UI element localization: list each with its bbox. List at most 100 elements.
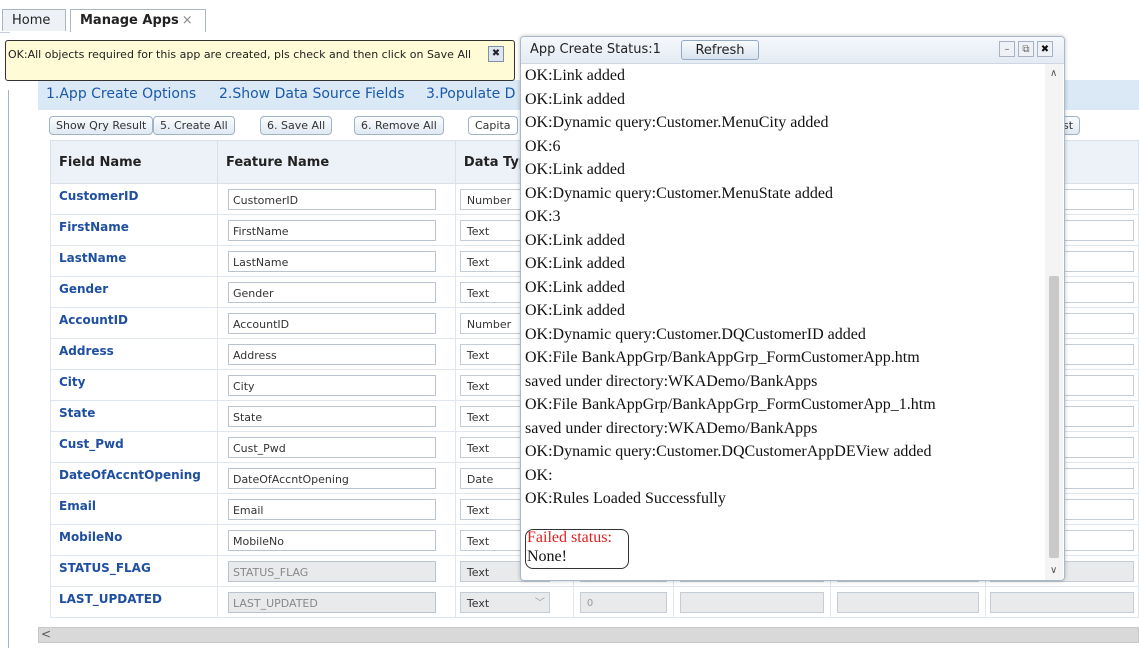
- option-field-2[interactable]: [837, 591, 980, 613]
- data-type-value: Text: [466, 410, 490, 424]
- tab-bar: Home Manage Apps ×: [0, 0, 1139, 33]
- data-type-value: Text: [466, 348, 490, 362]
- log-line: OK:Dynamic query:Customer.MenuState adde…: [525, 184, 833, 202]
- log-line: OK:Dynamic query:Customer.MenuCity added: [525, 114, 829, 131]
- tab-manage-apps-label: Manage Apps: [80, 13, 179, 28]
- data-type-value: Text: [466, 596, 490, 610]
- tab-home[interactable]: Home: [2, 9, 66, 31]
- step-show-data-source-fields[interactable]: 2.Show Data Source Fields: [219, 86, 405, 102]
- feature-name-input[interactable]: LAST_UPDATED: [227, 591, 436, 613]
- log-line: OK:Dynamic query:Customer.DQCustomerAppD…: [525, 443, 932, 460]
- header-feature-name[interactable]: Feature Name: [216, 140, 456, 184]
- tab-close-icon[interactable]: ×: [182, 13, 193, 28]
- log-line: OK:Link added: [525, 278, 625, 296]
- field-name-cell: Email: [50, 493, 218, 525]
- log-line: OK:: [525, 466, 553, 484]
- feature-name-input[interactable]: State: [227, 405, 436, 427]
- log-line: OK:Dynamic query:Customer.DQCustomerID a…: [525, 325, 866, 343]
- feature-name-input[interactable]: AccountID: [227, 312, 436, 334]
- log-line: OK:Link added: [525, 67, 625, 84]
- horizontal-scrollbar[interactable]: <: [38, 627, 1139, 643]
- data-type-value: Number: [466, 317, 512, 331]
- log-line: OK:Link added: [525, 161, 625, 178]
- data-type-value: Text: [466, 224, 490, 238]
- scroll-left-icon[interactable]: <: [41, 627, 51, 641]
- field-name-cell: Cust_Pwd: [50, 431, 218, 463]
- log-line: OK:File BankAppGrp/BankAppGrp_FormCustom…: [525, 396, 936, 413]
- data-type-value: Text: [466, 255, 490, 269]
- data-type-value: Number: [466, 193, 512, 207]
- tab-manage-apps[interactable]: Manage Apps ×: [70, 9, 206, 33]
- data-type-value: Text: [466, 534, 490, 548]
- toast-message: OK:All objects required for this app are…: [8, 48, 472, 61]
- header-field-name[interactable]: Field Name: [50, 140, 218, 184]
- remove-all-button[interactable]: 6. Remove All: [354, 116, 444, 135]
- field-name-cell: STATUS_FLAG: [50, 555, 218, 587]
- log-line: OK:Rules Loaded Successfully: [525, 490, 726, 507]
- field-name-cell: CustomerID: [50, 183, 218, 215]
- field-name-cell: State: [50, 400, 218, 432]
- show-qry-result-button[interactable]: Show Qry Result: [49, 116, 154, 135]
- data-type-select[interactable]: Text ﹀: [459, 591, 550, 613]
- field-name-cell: LAST_UPDATED: [50, 586, 218, 618]
- step-populate[interactable]: 3.Populate D: [426, 86, 515, 102]
- data-type-value: Text: [466, 565, 490, 579]
- feature-name-input[interactable]: MobileNo: [227, 529, 436, 551]
- dialog-log: OK:Link added OK:Link added OK:Dynamic que…: [525, 64, 1045, 580]
- log-line: OK:Link added: [525, 302, 625, 319]
- length-field[interactable]: 0: [579, 591, 667, 613]
- feature-name-input[interactable]: DateOfAccntOpening: [227, 467, 436, 489]
- data-type-value: Text: [466, 503, 490, 517]
- log-line: OK:Link added: [525, 90, 625, 108]
- data-type-value: Text: [466, 286, 490, 300]
- tab-home-label: Home: [12, 13, 51, 28]
- capital-button[interactable]: Capita: [468, 116, 518, 135]
- refresh-button[interactable]: Refresh: [681, 40, 759, 60]
- minimize-icon[interactable]: –: [999, 41, 1015, 57]
- table-row: LAST_UPDATED LAST_UPDATED Text ﹀ 0: [50, 586, 1139, 618]
- data-type-value: Text: [466, 379, 490, 393]
- field-name-cell: Gender: [50, 276, 218, 308]
- save-all-button[interactable]: 6. Save All: [260, 116, 333, 135]
- log-line: saved under directory:WKADemo/BankApps: [525, 419, 818, 437]
- feature-name-input[interactable]: LastName: [227, 250, 436, 272]
- feature-name-input[interactable]: FirstName: [227, 219, 436, 241]
- field-name-cell: MobileNo: [50, 524, 218, 556]
- log-line: OK:6: [525, 137, 561, 155]
- value-input[interactable]: [990, 591, 1134, 613]
- data-type-value: Date: [466, 472, 494, 486]
- feature-name-input[interactable]: STATUS_FLAG: [227, 560, 436, 582]
- scroll-thumb[interactable]: [1049, 276, 1059, 558]
- dialog-header[interactable]: App Create Status:1 Refresh – ⧉ ✖: [521, 37, 1064, 64]
- dialog-title: App Create Status:1: [530, 42, 661, 57]
- dialog-vertical-scrollbar[interactable]: ∧ ∨: [1045, 64, 1063, 580]
- log-line: OK:File BankAppGrp/BankAppGrp_FormCustom…: [525, 349, 920, 366]
- chevron-down-icon: ﹀: [534, 597, 545, 609]
- feature-name-input[interactable]: Address: [227, 343, 436, 365]
- dialog-close-icon[interactable]: ✖: [1037, 41, 1053, 57]
- feature-name-input[interactable]: CustomerID: [227, 188, 436, 210]
- log-line: OK:Link added: [525, 255, 625, 272]
- field-name-cell: LastName: [50, 245, 218, 277]
- scroll-down-icon[interactable]: ∨: [1050, 565, 1057, 576]
- scroll-up-icon[interactable]: ∧: [1050, 68, 1057, 79]
- log-line: saved under directory:WKADemo/BankApps: [525, 372, 818, 390]
- app-create-status-dialog: App Create Status:1 Refresh – ⧉ ✖ OK:Lin…: [520, 36, 1065, 581]
- field-name-cell: Address: [50, 338, 218, 370]
- data-type-value: Text: [466, 441, 490, 455]
- failed-status-box: [525, 529, 629, 569]
- field-name-cell: City: [50, 369, 218, 401]
- toast-close-icon[interactable]: ✖: [488, 46, 504, 62]
- log-line: OK:3: [525, 208, 561, 225]
- step-app-create-options[interactable]: 1.App Create Options: [46, 86, 196, 102]
- field-name-cell: FirstName: [50, 214, 218, 246]
- left-divider: [8, 90, 9, 648]
- restore-icon[interactable]: ⧉: [1018, 41, 1034, 57]
- feature-name-input[interactable]: Gender: [227, 281, 436, 303]
- feature-name-input[interactable]: Cust_Pwd: [227, 436, 436, 458]
- feature-name-input[interactable]: Email: [227, 498, 436, 520]
- create-all-button[interactable]: 5. Create All: [153, 116, 235, 135]
- feature-name-input[interactable]: City: [227, 374, 436, 396]
- option-field[interactable]: [679, 591, 825, 613]
- log-line: OK:Link added: [525, 231, 625, 249]
